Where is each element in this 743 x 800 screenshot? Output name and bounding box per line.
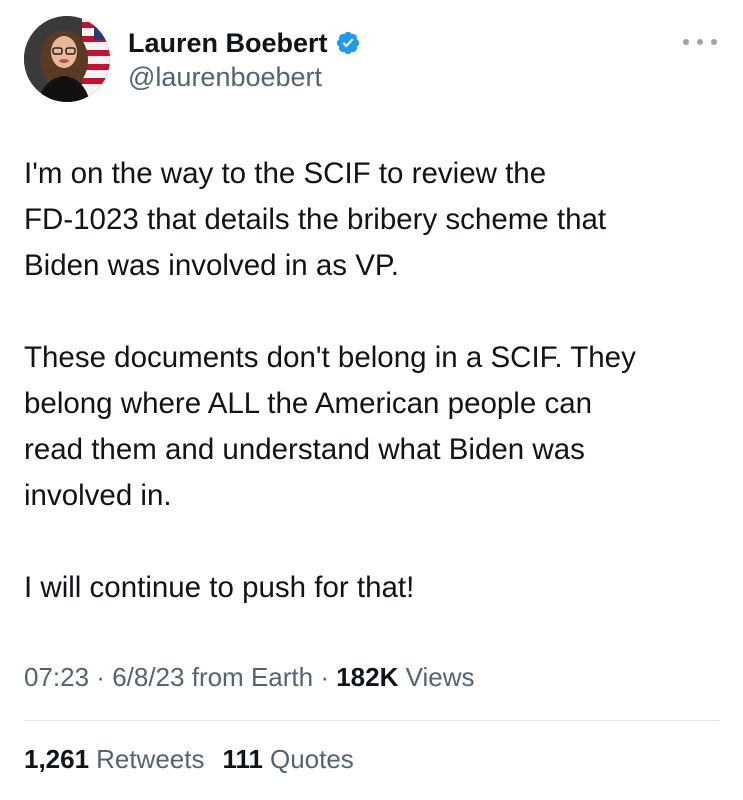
meta-separator: · (89, 662, 113, 692)
tweet-line: read them and understand what Biden was (24, 433, 585, 466)
views-label[interactable]: Views (406, 662, 475, 692)
more-dot (697, 39, 703, 45)
display-name[interactable]: Lauren Boebert (128, 28, 328, 59)
tweet-date[interactable]: 6/8/23 (112, 662, 184, 692)
meta-separator: · (313, 662, 337, 692)
more-dot (683, 39, 689, 45)
more-options-icon[interactable] (683, 36, 717, 48)
tweet-line: belong where ALL the American people can (24, 387, 593, 420)
tweet-text: I'm on the way to the SCIF to review the… (24, 151, 724, 611)
tweet-time[interactable]: 07:23 (24, 662, 89, 692)
quotes-stat[interactable]: 111 Quotes (222, 744, 353, 775)
tweet-card: Lauren Boebert @laurenboebert I'm on the… (0, 0, 743, 800)
tweet-line: These documents don't belong in a SCIF. … (24, 341, 636, 374)
tweet-paragraph: I will continue to push for that! (24, 565, 724, 611)
tweet-line: I'm on the way to the SCIF to review the (24, 157, 547, 190)
user-handle[interactable]: @laurenboebert (128, 62, 322, 93)
profile-photo (24, 16, 110, 102)
retweets-label: Retweets (96, 744, 205, 774)
quotes-label: Quotes (269, 744, 354, 774)
tweet-line: I will continue to push for that! (24, 571, 415, 604)
tweet-paragraph: These documents don't belong in a SCIF. … (24, 335, 724, 519)
engagement-stats: 1,261 Retweets 111 Quotes (24, 744, 354, 775)
tweet-meta: 07:23 · 6/8/23 from Earth · 182K Views (24, 662, 474, 693)
avatar[interactable] (24, 16, 110, 102)
retweets-stat[interactable]: 1,261 Retweets (24, 744, 204, 775)
author-name-row[interactable]: Lauren Boebert (128, 26, 361, 60)
tweet-line: involved in. (24, 479, 172, 512)
views-count[interactable]: 182K (336, 662, 398, 692)
more-dot (711, 39, 717, 45)
tweet-line: Biden was involved in as VP. (24, 249, 399, 282)
tweet-source: from Earth (191, 662, 314, 692)
quotes-count: 111 (222, 744, 263, 774)
retweets-count: 1,261 (24, 744, 90, 774)
divider (24, 720, 719, 721)
tweet-paragraph: I'm on the way to the SCIF to review the… (24, 151, 724, 289)
verified-badge-icon (336, 31, 359, 55)
tweet-line: FD-1023 that details the bribery scheme … (24, 203, 607, 236)
